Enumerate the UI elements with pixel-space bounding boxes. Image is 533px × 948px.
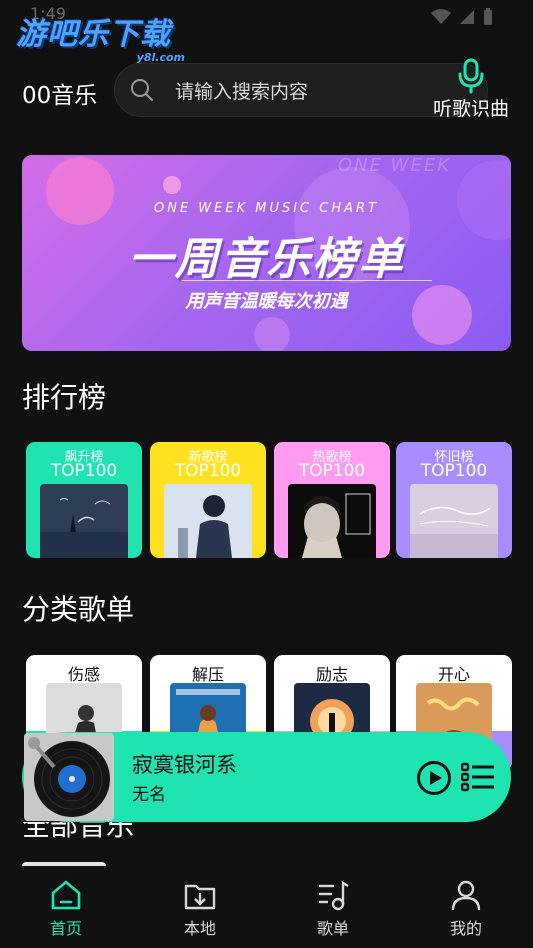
banner-english-title: ONE WEEK MUSIC CHART bbox=[154, 201, 379, 216]
ranking-card-nostalgia[interactable]: 怀旧榜 TOP100 bbox=[396, 442, 512, 558]
nav-label: 歌单 bbox=[316, 919, 349, 938]
search-input[interactable]: 请输入搜索内容 bbox=[175, 77, 308, 104]
banner-ghost-text: ONE WEEK bbox=[337, 155, 451, 176]
recognize-song-button[interactable]: 听歌识曲 bbox=[428, 58, 514, 121]
ranking-cover bbox=[164, 484, 252, 558]
category-label: 励志 bbox=[315, 665, 348, 684]
status-icons bbox=[431, 8, 493, 26]
category-label: 解压 bbox=[191, 665, 224, 684]
ranking-sub: TOP100 bbox=[420, 461, 488, 481]
app-name: 00音乐 bbox=[22, 83, 98, 109]
category-label: 开心 bbox=[437, 665, 470, 684]
banner-chart[interactable]: ONE WEEK ONE WEEK MUSIC CHART 一周音乐榜单 用声音… bbox=[22, 155, 511, 351]
recognize-song-label: 听歌识曲 bbox=[432, 98, 509, 120]
wifi-icon bbox=[431, 9, 451, 24]
playlist-icon bbox=[319, 880, 349, 911]
category-label: 伤感 bbox=[67, 665, 100, 684]
watermark-text: 游吧乐下载 bbox=[16, 17, 171, 52]
banner-divider bbox=[182, 280, 432, 281]
ranking-cover bbox=[288, 484, 376, 558]
banner-subtitle: 用声音温暖每次初遇 bbox=[185, 291, 348, 312]
nav-label: 首页 bbox=[49, 919, 82, 938]
nav-label: 本地 bbox=[183, 919, 216, 938]
play-icon[interactable] bbox=[416, 760, 452, 796]
ranking-card-soaring[interactable]: 飙升榜 TOP100 bbox=[26, 442, 142, 558]
bottom-navigation: 首页 本地 歌单 我的 bbox=[0, 866, 533, 948]
player-artist: 无名 bbox=[132, 785, 166, 805]
home-icon bbox=[51, 880, 81, 910]
ranking-sub: TOP100 bbox=[298, 461, 366, 481]
watermark-logo: 游吧乐下载 y8l.com bbox=[16, 18, 191, 66]
battery-icon bbox=[484, 8, 492, 25]
banner-title: 一周音乐榜单 bbox=[128, 234, 405, 285]
ranking-sub: TOP100 bbox=[50, 461, 118, 481]
rankings-title: 排行榜 bbox=[22, 381, 107, 414]
ranking-cover bbox=[410, 484, 498, 558]
ranking-card-new[interactable]: 新歌榜 TOP100 bbox=[150, 442, 266, 558]
search-icon bbox=[131, 79, 153, 101]
microphone-icon bbox=[458, 58, 484, 94]
nav-item-mine[interactable]: 我的 bbox=[426, 878, 506, 939]
nav-item-home[interactable]: 首页 bbox=[26, 878, 106, 939]
signal-icon bbox=[460, 10, 474, 24]
nav-item-local[interactable]: 本地 bbox=[160, 878, 240, 939]
nav-label: 我的 bbox=[449, 919, 482, 938]
ranking-sub: TOP100 bbox=[174, 461, 242, 481]
ranking-cover bbox=[40, 484, 128, 558]
vinyl-record-icon bbox=[24, 733, 114, 821]
playlist-queue-icon[interactable] bbox=[461, 762, 495, 792]
player-cover[interactable] bbox=[24, 733, 114, 821]
ranking-card-hot[interactable]: 热歌榜 TOP100 bbox=[274, 442, 390, 558]
user-icon bbox=[451, 880, 481, 911]
download-folder-icon bbox=[184, 884, 216, 910]
categories-title: 分类歌单 bbox=[22, 593, 135, 626]
nav-item-playlists[interactable]: 歌单 bbox=[293, 878, 373, 939]
player-song-title: 寂寞银河系 bbox=[132, 753, 237, 777]
